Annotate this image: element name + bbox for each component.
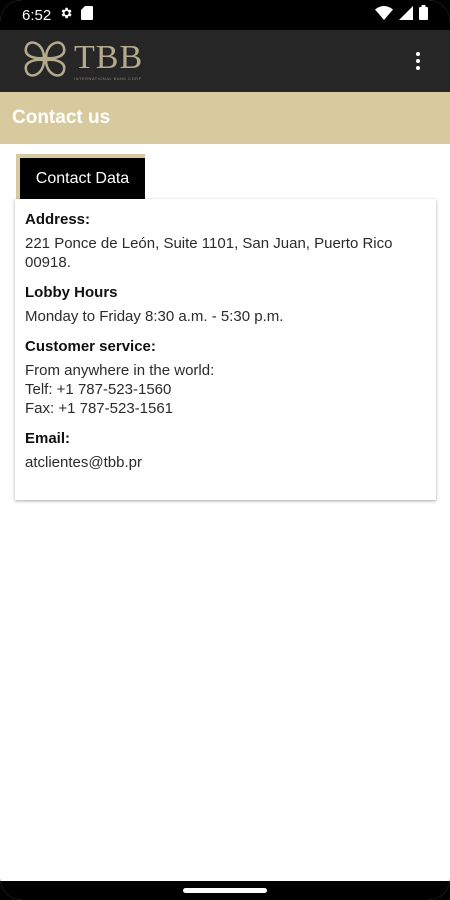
tab-contact-data[interactable]: Contact Data [16, 154, 145, 200]
customer-service-label: Customer service: [25, 338, 156, 355]
tbb-logo: TBB INTERNATIONAL BANK CORP [20, 34, 143, 89]
status-right-icons [375, 5, 428, 25]
email-section: Email: atclientes@tbb.pr [25, 430, 426, 472]
status-left-icons [59, 5, 94, 25]
logo-text: TBB [74, 39, 144, 76]
page-title: Contact us [12, 107, 111, 128]
logo-subtext: INTERNATIONAL BANK CORP [74, 76, 142, 81]
service-phone[interactable]: Telf: +1 787-523-1560 [25, 380, 426, 399]
lobby-hours-value: Monday to Friday 8:30 a.m. - 5:30 p.m. [25, 308, 284, 325]
address-value: 221 Ponce de León, Suite 1101, San Juan,… [25, 235, 393, 271]
page-title-band: Contact us [0, 92, 450, 144]
clover-logo-icon [20, 34, 70, 89]
gear-icon [59, 6, 73, 25]
sd-card-icon [81, 5, 94, 25]
lobby-hours-section: Lobby Hours Monday to Friday 8:30 a.m. -… [25, 284, 426, 326]
status-time: 6:52 [22, 6, 52, 24]
email-value[interactable]: atclientes@tbb.pr [25, 453, 426, 472]
wifi-icon [375, 5, 393, 25]
signal-icon [399, 5, 413, 25]
battery-icon [419, 5, 428, 25]
address-label: Address: [25, 211, 91, 228]
home-gesture-handle[interactable] [183, 888, 267, 893]
status-bar: 6:52 [0, 0, 450, 30]
customer-service-section: Customer service: From anywhere in the w… [25, 338, 426, 418]
service-fax: Fax: +1 787-523-1561 [25, 400, 174, 417]
service-line-worldwide: From anywhere in the world: [25, 362, 215, 379]
app-screen: 6:52 TBB INTERNATIONAL BANK CORP Contact… [0, 0, 450, 900]
address-section: Address: 221 Ponce de León, Suite 1101, … [25, 211, 426, 272]
email-label: Email: [25, 430, 71, 447]
contact-card: Address: 221 Ponce de León, Suite 1101, … [15, 199, 436, 500]
app-bar: TBB INTERNATIONAL BANK CORP [0, 30, 450, 92]
overflow-menu-icon[interactable] [406, 46, 430, 76]
customer-service-value: From anywhere in the world: Telf: +1 787… [25, 361, 426, 418]
lobby-hours-label: Lobby Hours [25, 284, 118, 301]
